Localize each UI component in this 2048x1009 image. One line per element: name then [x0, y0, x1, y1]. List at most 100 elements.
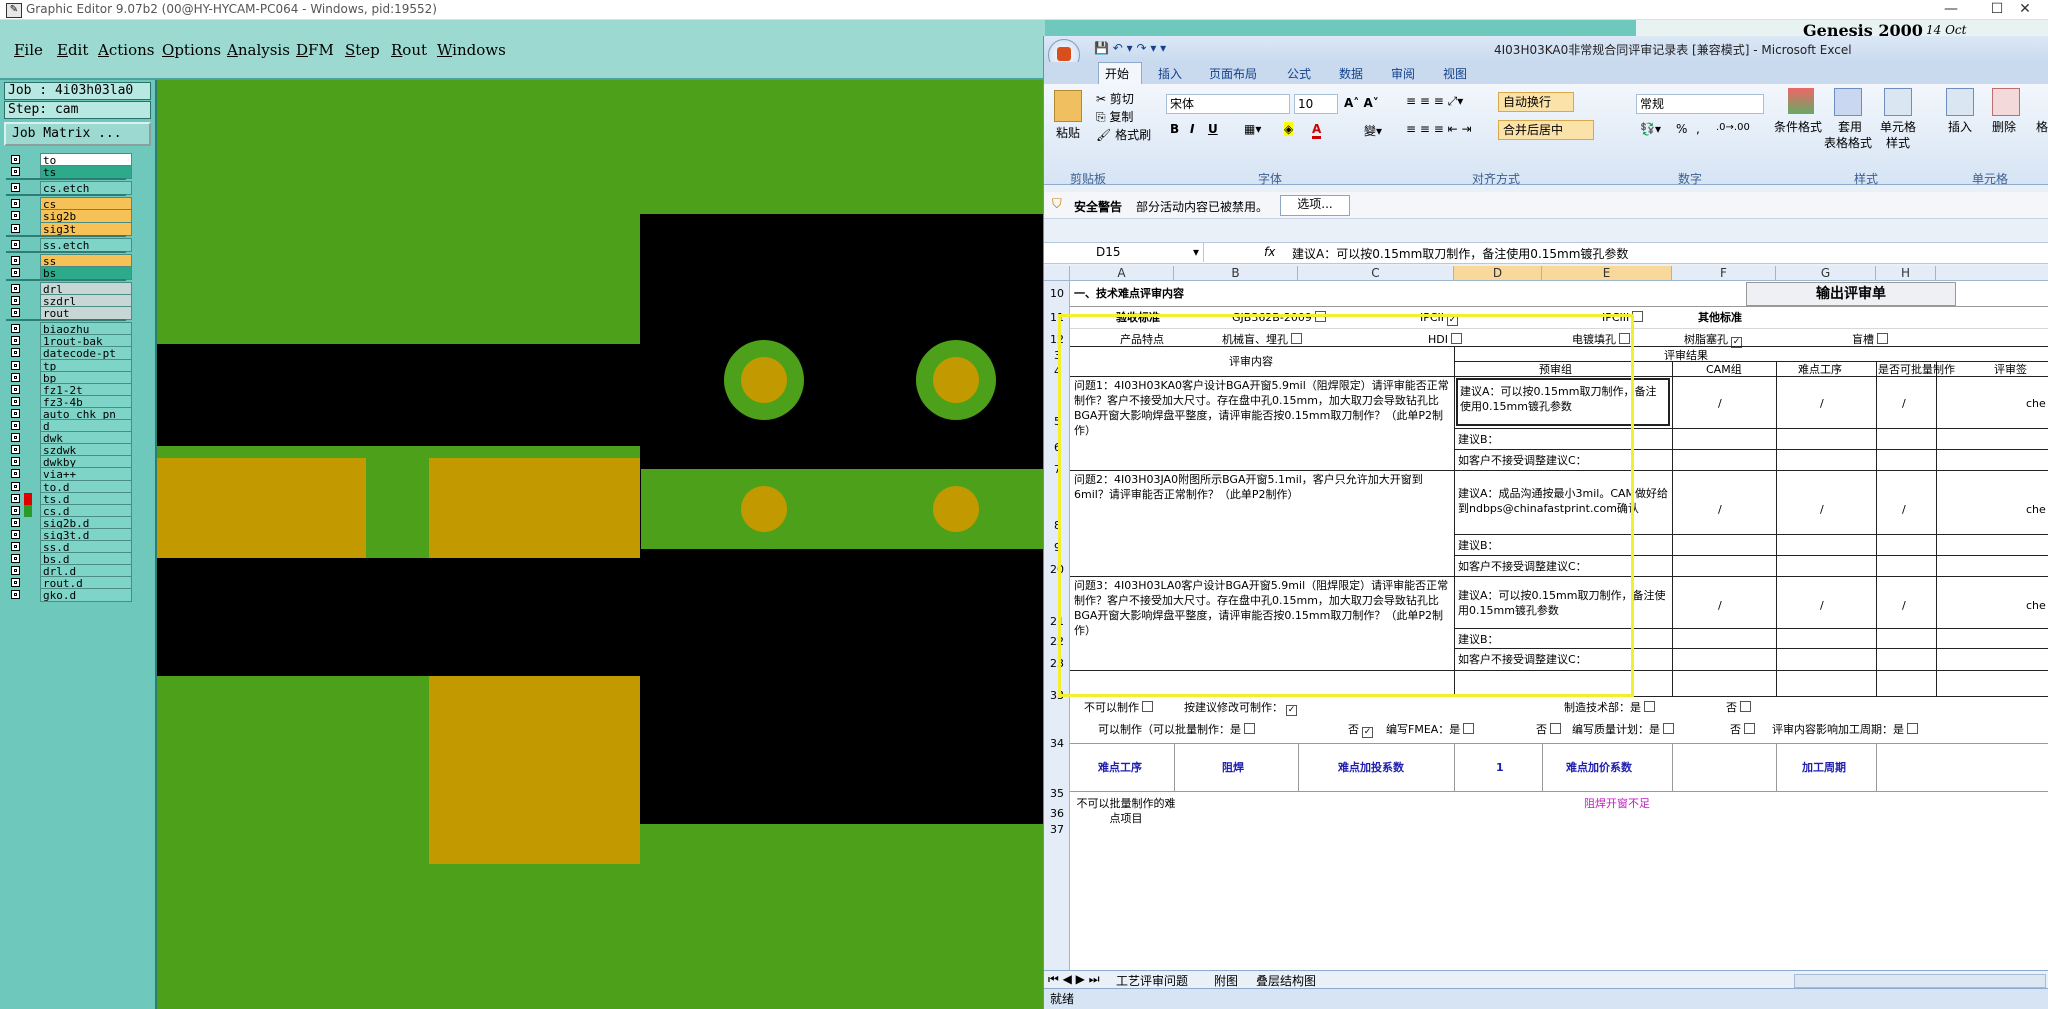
checkbox[interactable] [1907, 723, 1918, 734]
layer-checkbox[interactable] [11, 590, 20, 600]
border-icon[interactable]: ▦▾ [1244, 122, 1261, 136]
r35-solder-mask[interactable]: 阻焊 [1222, 760, 1244, 775]
q3-sign[interactable]: che [2026, 598, 2046, 613]
batch-header[interactable]: 是否可批量制作 [1878, 362, 1955, 377]
layer-checkbox[interactable] [11, 396, 20, 406]
layer-row-cs-etch[interactable]: cs.etch [8, 181, 132, 196]
modify-make[interactable]: 按建议修改可制作： ✓ [1184, 700, 1297, 716]
layer-checkbox[interactable] [11, 433, 20, 443]
security-options-button[interactable]: 选项... [1280, 195, 1350, 216]
layer-name[interactable]: ss.etch [40, 237, 132, 252]
layer-checkbox[interactable] [11, 554, 20, 564]
menu-windows[interactable]: Windows [437, 41, 506, 59]
italic-icon[interactable]: I [1190, 122, 1194, 136]
layer-checkbox[interactable] [11, 384, 20, 394]
r36-value[interactable]: 阻焊开窗不足 [1584, 796, 1650, 811]
other-standard[interactable]: 其他标准 [1698, 310, 1742, 325]
phonetic-icon[interactable]: 變▾ [1364, 122, 1382, 139]
conditional-format-icon[interactable] [1788, 88, 1814, 114]
layer-name[interactable]: gko.d [40, 588, 132, 603]
cycle-yes[interactable]: 评审内容影响加工周期：是 [1772, 722, 1918, 737]
layer-checkbox[interactable] [11, 283, 20, 293]
checkbox[interactable] [1877, 333, 1888, 344]
formula-input[interactable]: 建议A：可以按0.15mm取刀制作，备注使用0.15mm镀孔参数 [1292, 245, 1628, 262]
r35-add-factor[interactable]: 难点加投系数 [1338, 760, 1404, 775]
minimize-button[interactable]: — [1928, 0, 1974, 20]
layer-row-gko-d[interactable]: gko.d [8, 588, 132, 603]
layer-checkbox[interactable] [11, 155, 20, 164]
copy-button[interactable]: ⎘ 复制 [1096, 108, 1133, 125]
number-format-select[interactable]: 常规 [1636, 94, 1764, 114]
q1-cam[interactable]: / [1718, 396, 1722, 411]
can-make[interactable]: 可以制作（可以批量制作：是 [1098, 722, 1255, 737]
layer-checkbox[interactable] [11, 348, 20, 358]
section-title[interactable]: 一、技术难点评审内容 [1074, 286, 1184, 301]
layer-checkbox[interactable] [11, 167, 20, 177]
layer-checkbox[interactable] [11, 517, 20, 527]
r35-cycle[interactable]: 加工周期 [1802, 760, 1846, 775]
q2-cam[interactable]: / [1718, 502, 1722, 517]
select-all[interactable] [1044, 266, 1070, 281]
format-painter-button[interactable]: 🖌 格式刷 [1096, 126, 1151, 143]
checkbox[interactable] [1740, 701, 1751, 712]
q2-difficult[interactable]: / [1820, 502, 1824, 517]
sign-header[interactable]: 评审签 [1994, 362, 2027, 377]
worksheet[interactable]: A B C D E F G H 10 11 12 3 4 5 6 7 8 9 2… [1044, 266, 2048, 1008]
layer-checkbox[interactable] [11, 529, 20, 539]
layer-color-swatch[interactable] [24, 307, 32, 319]
job-matrix-button[interactable]: Job Matrix ... [4, 122, 151, 146]
table-format-button[interactable]: 套用 [1838, 118, 1862, 135]
grow-font-icon[interactable]: A˄ A˅ [1344, 96, 1379, 110]
col-header-a[interactable]: A [1070, 266, 1174, 281]
q3-difficult[interactable]: / [1820, 598, 1824, 613]
bold-icon[interactable]: B [1170, 122, 1179, 136]
layer-row-sig3t[interactable]: sig3t [8, 221, 132, 236]
r36-label[interactable]: 不可以批量制作的难点项目 [1074, 796, 1178, 826]
menu-analysis[interactable]: Analysis [227, 41, 290, 59]
mfg-tech-yes[interactable]: 制造技术部：是 [1564, 700, 1655, 715]
difficult-header[interactable]: 难点工序 [1798, 362, 1842, 377]
menu-step[interactable]: Step [345, 41, 380, 59]
layer-name[interactable]: cs.etch [40, 181, 132, 196]
col-header-i[interactable] [1936, 266, 2048, 281]
r35-difficult[interactable]: 难点工序 [1098, 760, 1142, 775]
name-box[interactable]: D15 ▾ [1044, 243, 1204, 262]
layer-color-swatch[interactable] [24, 239, 32, 251]
checkbox[interactable] [1550, 723, 1561, 734]
q1-sign[interactable]: che [2026, 396, 2046, 411]
layer-color-swatch[interactable] [24, 589, 32, 601]
menu-actions[interactable]: Actions [98, 41, 154, 59]
graphics-canvas[interactable] [157, 80, 1045, 1009]
layer-row-rout[interactable]: rout [8, 306, 132, 321]
sheet-tab-3[interactable]: 叠层结构图 [1256, 972, 1316, 989]
layer-row-bs[interactable]: bs [8, 265, 132, 280]
tab-data[interactable]: 数据 [1339, 65, 1363, 82]
layer-checkbox[interactable] [11, 296, 20, 305]
tab-page-layout[interactable]: 页面布局 [1209, 65, 1257, 82]
fx-icon[interactable]: fx [1264, 245, 1275, 259]
layer-checkbox[interactable] [11, 578, 20, 588]
checkbox[interactable] [1663, 723, 1674, 734]
menu-file[interactable]: File [14, 41, 43, 59]
layer-checkbox[interactable] [11, 566, 20, 576]
conditional-format-button[interactable]: 条件格式 [1774, 118, 1822, 135]
table-format-button-2[interactable]: 表格格式 [1824, 134, 1872, 151]
menu-rout[interactable]: Rout [391, 41, 427, 59]
col-header-f[interactable]: F [1672, 266, 1776, 281]
q1-batch[interactable]: / [1902, 396, 1906, 411]
layer-checkbox[interactable] [11, 324, 20, 334]
checkbox[interactable] [1244, 723, 1255, 734]
font-color-icon[interactable]: A [1312, 122, 1322, 139]
paste-icon[interactable] [1054, 90, 1082, 122]
layer-checkbox[interactable] [11, 445, 20, 455]
sheet-tab-2[interactable]: 附图 [1214, 972, 1238, 989]
output-review-button[interactable]: 输出评审单 [1746, 282, 1956, 306]
col-header-e[interactable]: E [1542, 266, 1672, 281]
tab-home[interactable]: 开始 [1105, 65, 1129, 82]
col-header-h[interactable]: H [1876, 266, 1936, 281]
layer-checkbox[interactable] [11, 481, 20, 491]
layer-checkbox[interactable] [11, 493, 20, 503]
comma-button[interactable]: , [1696, 122, 1700, 136]
row-num-35[interactable]: 35 [1050, 786, 1064, 801]
table-format-icon[interactable] [1834, 88, 1862, 116]
